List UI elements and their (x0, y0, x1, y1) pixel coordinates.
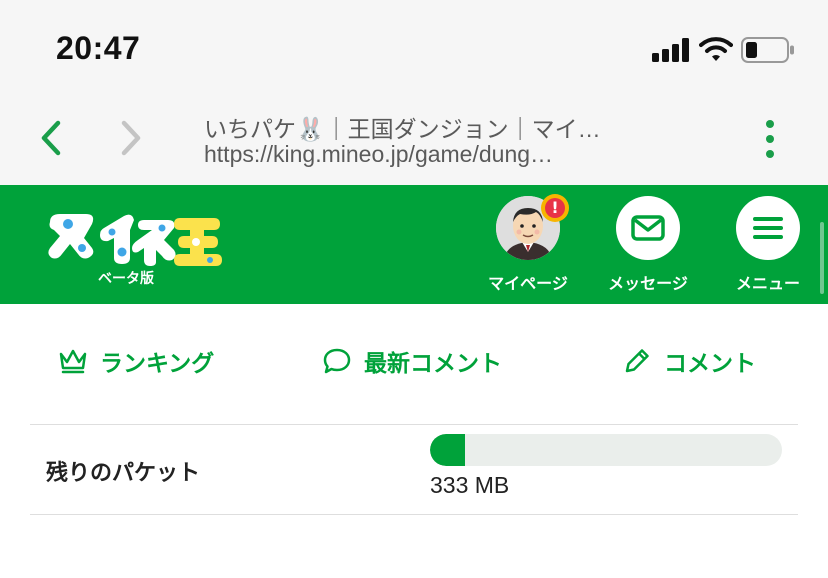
crown-icon (59, 349, 87, 374)
menu-circle (736, 196, 800, 260)
packet-progress-fill (430, 434, 465, 466)
page-url[interactable]: https://king.mineo.jp/game/dung… (204, 141, 724, 168)
alert-icon: ! (545, 198, 565, 218)
packet-progress-bar (430, 434, 782, 466)
message-button[interactable]: メッセージ (593, 196, 703, 296)
nav-latest-comments[interactable]: 最新コメント (322, 336, 502, 386)
divider-bottom (30, 514, 798, 515)
packet-label: 残りのパケット (46, 461, 201, 486)
logo-subtitle: ベータ版 (98, 271, 154, 287)
cellular-signal-icon (652, 38, 689, 62)
battery-icon (741, 37, 794, 63)
chevron-left-icon[interactable] (36, 118, 68, 158)
speech-bubble-icon (323, 348, 351, 374)
notification-badge: ! (541, 194, 569, 222)
nav-comment[interactable]: コメント (622, 336, 756, 386)
pencil-icon (625, 349, 649, 373)
wifi-icon (699, 37, 733, 61)
scrollbar-thumb[interactable] (820, 222, 824, 294)
nav-latest-comments-label: 最新コメント (364, 351, 502, 377)
envelope-icon (631, 215, 665, 241)
page-title: いちパケ🐰｜王国ダンジョン｜マイ… (204, 116, 601, 142)
message-circle (616, 196, 680, 260)
kebab-menu-icon[interactable] (758, 118, 782, 160)
status-bar: 20:47 (0, 0, 828, 90)
mypage-label: マイページ (488, 274, 568, 293)
packet-value: 333 MB (430, 472, 510, 498)
divider-top (30, 424, 798, 425)
message-label: メッセージ (608, 274, 688, 293)
browser-chrome: 20:47 いちパケ🐰｜王国ダンジョン｜マイ… https://king.min… (0, 0, 828, 185)
nav-comment-label: コメント (664, 351, 756, 377)
chevron-right-icon (121, 120, 141, 156)
nav-ranking-label: ランキング (100, 351, 215, 377)
status-time: 20:47 (56, 30, 141, 66)
menu-button[interactable]: メニュー (713, 196, 823, 296)
site-logo[interactable] (46, 208, 222, 270)
hamburger-menu-icon (753, 217, 783, 239)
nav-ranking[interactable]: ランキング (58, 336, 214, 386)
menu-label: メニュー (735, 274, 800, 293)
mypage-button[interactable]: ! マイページ (473, 194, 583, 296)
